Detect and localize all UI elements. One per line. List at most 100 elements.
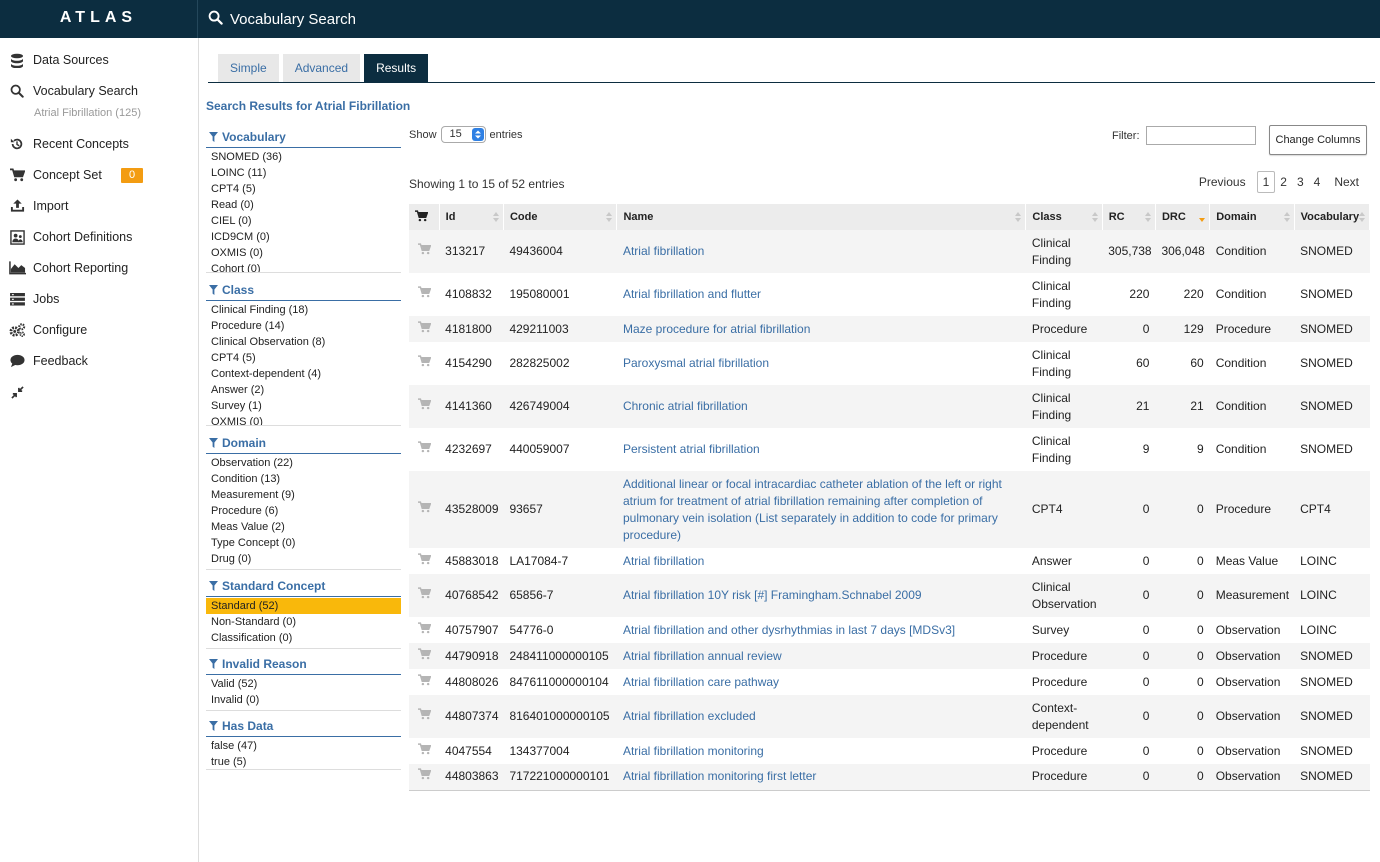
facet-item[interactable]: CIEL (0) (206, 213, 401, 229)
table-row[interactable]: 44790918 248411000000105 Atrial fibrillati… (409, 643, 1370, 669)
facet-header[interactable]: Vocabulary (206, 126, 401, 148)
table-row[interactable]: 40768542 65856-7 Atrial fibrillation 10Y r… (409, 574, 1370, 617)
facet-item[interactable]: Clinical Observation (8) (206, 334, 401, 350)
table-row[interactable]: 4154290 282825002 Paroxysmal atrial fibril… (409, 342, 1370, 385)
add-to-cart-button[interactable] (409, 695, 439, 738)
facet-item[interactable]: Invalid (0) (206, 692, 401, 708)
add-to-cart-button[interactable] (409, 574, 439, 617)
add-to-cart-button[interactable] (409, 643, 439, 669)
facet-item[interactable]: Non-Standard (0) (206, 614, 401, 630)
cell-name-link[interactable]: Atrial fibrillation (617, 230, 1026, 273)
facet-item[interactable]: false (47) (206, 738, 401, 754)
facet-item[interactable]: Procedure (6) (206, 503, 401, 519)
sidebar-item-configure[interactable]: Configure (0, 317, 198, 343)
table-row[interactable]: 4047554 134377004 Atrial fibrillation moni… (409, 738, 1370, 764)
collapse-sidebar-button[interactable] (0, 379, 198, 405)
cell-name-link[interactable]: Atrial fibrillation and other dysrhythmi… (617, 617, 1026, 643)
previous-page-button[interactable]: Previous (1194, 171, 1251, 193)
facet-item[interactable]: Condition (13) (206, 471, 401, 487)
facet-item[interactable]: Cohort (0) (206, 261, 401, 272)
facet-item[interactable]: OXMIS (0) (206, 414, 401, 425)
recent-search-link[interactable]: Atrial Fibrillation (125) (34, 107, 141, 119)
column-header-drc[interactable]: DRC (1155, 204, 1211, 230)
page-button-current[interactable]: 1 (1256, 171, 1276, 193)
column-header-rc[interactable]: RC (1102, 204, 1156, 230)
sidebar-item-vocabulary-search[interactable]: Vocabulary Search (0, 78, 198, 104)
add-to-cart-button[interactable] (409, 471, 439, 548)
sidebar-item-jobs[interactable]: Jobs (0, 286, 198, 312)
table-row[interactable]: 313217 49436004 Atrial fibrillation Clinica… (409, 230, 1370, 273)
add-to-cart-button[interactable] (409, 764, 440, 791)
cell-name-link[interactable]: Atrial fibrillation care pathway (617, 669, 1026, 695)
table-row[interactable]: 4141360 426749004 Chronic atrial fibrillat… (409, 385, 1370, 428)
cell-name-link[interactable]: Atrial fibrillation annual review (617, 643, 1026, 669)
cell-name-link[interactable]: Paroxysmal atrial fibrillation (617, 342, 1026, 385)
facet-item[interactable]: Valid (52) (206, 676, 401, 692)
add-to-cart-button[interactable] (409, 738, 439, 764)
cell-name-link[interactable]: Atrial fibrillation 10Y risk [#] Framing… (617, 574, 1026, 617)
add-to-cart-button[interactable] (409, 669, 439, 695)
page-button[interactable]: 4 (1309, 171, 1326, 193)
add-to-cart-button[interactable] (409, 385, 439, 428)
facet-item-selected[interactable]: Standard (52) (206, 598, 401, 614)
column-header-domain[interactable]: Domain (1209, 204, 1295, 230)
sidebar-item-feedback[interactable]: Feedback (0, 348, 198, 374)
cell-name-link[interactable]: Additional linear or focal intracardiac … (617, 471, 1026, 548)
facet-item[interactable]: OXMIS (0) (206, 245, 401, 261)
column-header-id[interactable]: Id (439, 204, 504, 230)
column-header-name[interactable]: Name (616, 204, 1027, 230)
facet-item[interactable]: Measurement (9) (206, 487, 401, 503)
column-header-class[interactable]: Class (1025, 204, 1103, 230)
sidebar-item-cohort-definitions[interactable]: Cohort Definitions (0, 224, 198, 250)
tab-simple[interactable]: Simple (218, 54, 279, 83)
page-button[interactable]: 3 (1292, 171, 1309, 193)
table-row[interactable]: 45883018 LA17084-7 Atrial fibrillation Answ… (409, 548, 1370, 574)
add-to-cart-button[interactable] (409, 316, 439, 342)
table-row[interactable]: 40757907 54776-0 Atrial fibrillation and o… (409, 617, 1370, 643)
facet-item[interactable]: Classification (0) (206, 630, 401, 646)
table-row[interactable]: 44808026 847611000000104 Atrial fibrillati… (409, 669, 1370, 695)
facet-item[interactable]: Survey (1) (206, 398, 401, 414)
add-to-cart-button[interactable] (409, 342, 439, 385)
table-row[interactable]: 43528009 93657 Additional linear or focal … (409, 471, 1370, 548)
sidebar-item-recent-concepts[interactable]: Recent Concepts (0, 131, 198, 157)
tab-advanced[interactable]: Advanced (282, 54, 361, 83)
column-header-code[interactable]: Code (503, 204, 618, 230)
facet-item[interactable]: Type Concept (0) (206, 535, 401, 551)
cell-name-link[interactable]: Atrial fibrillation monitoring (617, 738, 1026, 764)
column-header-vocabulary[interactable]: Vocabulary (1294, 204, 1371, 230)
change-columns-button[interactable]: Change Columns (1269, 125, 1367, 155)
facet-item[interactable]: Procedure (14) (206, 318, 401, 334)
cell-name-link[interactable]: Atrial fibrillation monitoring first let… (616, 764, 1026, 791)
cell-name-link[interactable]: Persistent atrial fibrillation (617, 428, 1026, 471)
page-size-select[interactable]: 15 (440, 126, 486, 143)
facet-item[interactable]: Observation (22) (206, 455, 401, 471)
facet-header[interactable]: Domain (206, 432, 401, 454)
cell-name-link[interactable]: Atrial fibrillation and flutter (617, 273, 1026, 316)
facet-item[interactable]: SNOMED (36) (206, 149, 401, 165)
table-row[interactable]: 4232697 440059007 Persistent atrial fibril… (409, 428, 1370, 471)
table-row[interactable]: 4108832 195080001 Atrial fibrillation and … (409, 273, 1370, 316)
filter-input[interactable] (1145, 126, 1256, 145)
sidebar-item-import[interactable]: Import (0, 193, 198, 219)
add-to-cart-button[interactable] (409, 617, 439, 643)
add-to-cart-button[interactable] (409, 428, 439, 471)
facet-header[interactable]: Standard Concept (206, 575, 401, 597)
column-header-cart[interactable] (409, 204, 440, 230)
tab-results[interactable]: Results (364, 54, 429, 83)
cell-name-link[interactable]: Chronic atrial fibrillation (617, 385, 1026, 428)
facet-item[interactable]: Meas Value (2) (206, 519, 401, 535)
page-button[interactable]: 2 (1275, 171, 1292, 193)
cell-name-link[interactable]: Maze procedure for atrial fibrillation (617, 316, 1026, 342)
facet-item[interactable]: Read (0) (206, 197, 401, 213)
add-to-cart-button[interactable] (409, 548, 439, 574)
facet-item[interactable]: ICD9CM (0) (206, 229, 401, 245)
table-row[interactable]: 44803863 717221000000101 Atrial fibrillati… (409, 764, 1370, 791)
atlas-logo[interactable]: ATLAS (0, 0, 198, 38)
facet-header[interactable]: Class (206, 279, 401, 301)
facet-item[interactable]: true (5) (206, 754, 401, 769)
facet-item[interactable]: Answer (2) (206, 382, 401, 398)
facet-item[interactable]: LOINC (11) (206, 165, 401, 181)
cell-name-link[interactable]: Atrial fibrillation excluded (617, 695, 1026, 738)
facet-header[interactable]: Invalid Reason (206, 653, 401, 675)
